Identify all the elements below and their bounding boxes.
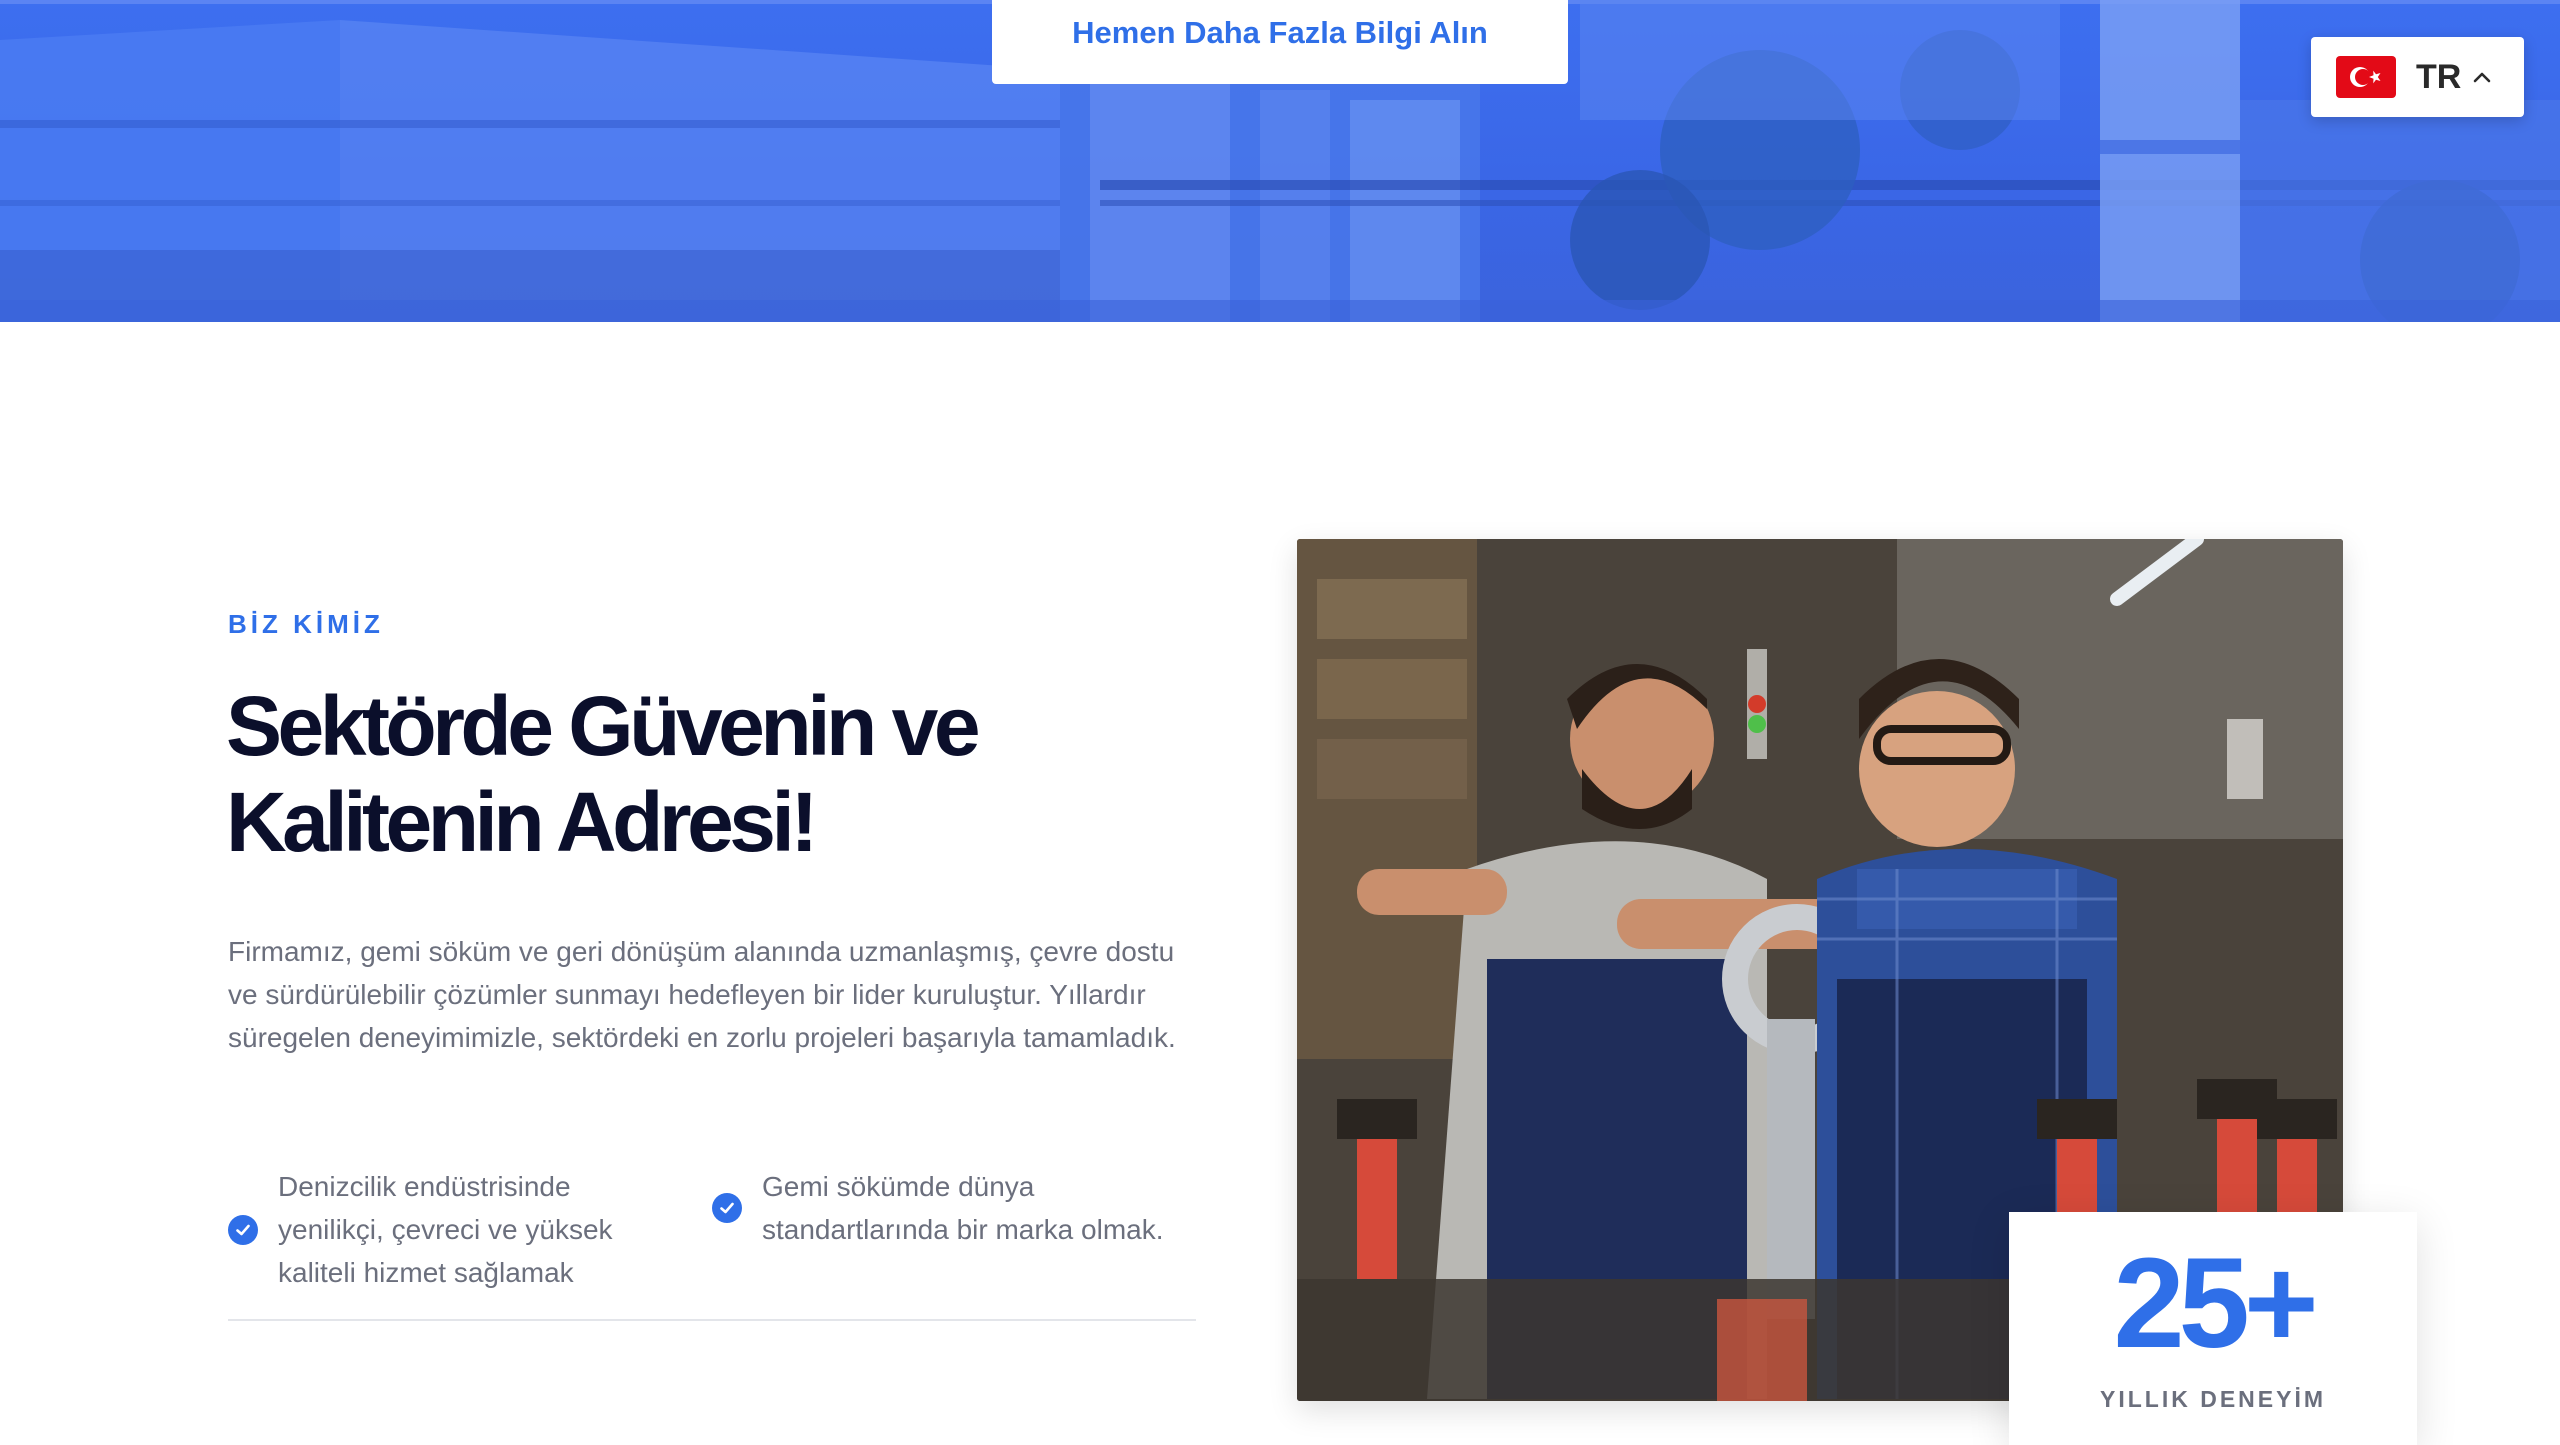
feature-item: Gemi sökümde dünya standartlarında bir m… <box>712 1165 1212 1251</box>
section-headline: Sektörde Güvenin ve Kalitenin Adresi! <box>226 678 1226 870</box>
language-code: TR <box>2416 57 2462 96</box>
headline-line-2: Kalitenin Adresi! <box>226 775 818 869</box>
language-switcher[interactable]: TR <box>2311 37 2524 117</box>
section-eyebrow: BİZ KİMİZ <box>228 609 384 639</box>
feature-text: Gemi sökümde dünya standartlarında bir m… <box>762 1171 1164 1245</box>
section-divider <box>228 1319 1196 1321</box>
check-circle-icon <box>228 1214 258 1245</box>
about-description: Firmamız, gemi söküm ve geri dönüşüm ala… <box>228 936 1176 1053</box>
feature-item: Denizcilik endüstrisinde yenilikçi, çevr… <box>228 1165 668 1294</box>
turkey-flag-icon <box>2336 56 2396 98</box>
headline-line-1: Sektörde Güvenin ve <box>226 679 981 773</box>
chevron-up-icon <box>2474 72 2491 83</box>
experience-label: YILLIK DENEYİM <box>2099 1386 2326 1412</box>
hero-banner: Hemen Daha Fazla Bilgi Alın TR <box>0 0 2560 322</box>
feature-text: Denizcilik endüstrisinde yenilikçi, çevr… <box>278 1171 613 1288</box>
learn-more-button[interactable]: Hemen Daha Fazla Bilgi Alın <box>992 0 1568 84</box>
experience-badge: 25+ YILLIK DENEYİM <box>2009 1212 2417 1445</box>
experience-years: 25+ <box>2113 1232 2318 1375</box>
check-circle-icon <box>712 1193 742 1223</box>
